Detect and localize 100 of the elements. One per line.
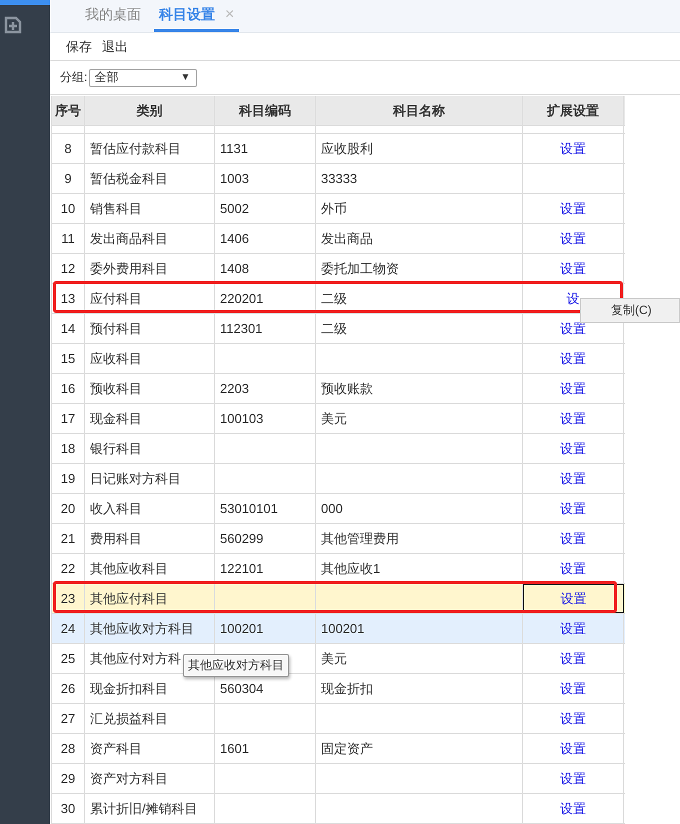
table-cell: 19 — [52, 464, 85, 493]
table-cell: 委外费用科目 — [85, 254, 215, 283]
group-label: 分组: — [60, 69, 88, 86]
table-cell: 53010101 — [215, 494, 316, 523]
table-row[interactable]: 8 暂估应付款科目 1131 应收股利 设置 — [52, 134, 625, 164]
table-cell: 25 — [52, 644, 85, 673]
table-cell: 二级 — [316, 284, 523, 313]
table-cell: 资产对方科目 — [85, 764, 215, 793]
settings-link[interactable]: 设置 — [560, 320, 586, 338]
table-cell: 现金折扣 — [316, 674, 523, 703]
table-row[interactable]: 17 现金科目 100103 美元 设置 — [52, 404, 625, 434]
table-row[interactable]: 12 委外费用科目 1408 委托加工物资 设置 — [52, 254, 625, 284]
settings-link[interactable]: 设置 — [560, 560, 586, 578]
table-row[interactable]: 20 收入科目 53010101 000 设置 — [52, 494, 625, 524]
table-row[interactable]: 19 日记账对方科目 设置 — [52, 464, 625, 494]
table-cell: 9 — [52, 164, 85, 193]
settings-link[interactable]: 设置 — [560, 800, 586, 818]
table-cell: 100201 — [215, 614, 316, 643]
table-cell: 其他应收科目 — [85, 554, 215, 583]
settings-link[interactable]: 设置 — [560, 410, 586, 428]
settings-link[interactable]: 设置 — [560, 200, 586, 218]
table-cell: 122101 — [215, 554, 316, 583]
table-cell: 13 — [52, 284, 85, 313]
table-cell: 应收股利 — [316, 134, 523, 163]
settings-link[interactable]: 设 — [566, 290, 580, 308]
toolbar-button[interactable]: 退出 — [98, 38, 132, 56]
table-row[interactable]: 16 预收科目 2203 预收账款 设置 — [52, 374, 625, 404]
settings-link[interactable]: 设置 — [560, 710, 586, 728]
table-row[interactable]: 11 发出商品科目 1406 发出商品 设置 — [52, 224, 625, 254]
table-cell: 委托加工物资 — [316, 254, 523, 283]
table-cell: 二级 — [316, 314, 523, 343]
table-row[interactable]: 15 应收科目 设置 — [52, 344, 625, 374]
settings-link[interactable]: 设置 — [560, 530, 586, 548]
column-header: 序号 — [52, 96, 85, 125]
table-row[interactable]: 14 预付科目 112301 二级 设置 — [52, 314, 625, 344]
menu-item[interactable]: 复制(C) — [581, 299, 679, 322]
settings-link[interactable]: 设置 — [560, 260, 586, 278]
settings-link[interactable]: 设置 — [560, 470, 586, 488]
table-cell: 2203 — [215, 374, 316, 403]
table-cell: 18 — [52, 434, 85, 463]
table-cell: 应付科目 — [85, 284, 215, 313]
table-cell: 发出商品 — [316, 224, 523, 253]
settings-link[interactable]: 设置 — [560, 350, 586, 368]
settings-link[interactable]: 设置 — [560, 440, 586, 458]
table-row[interactable]: 26 现金折扣科目 560304 现金折扣 设置 — [52, 674, 625, 704]
table-cell: 112301 — [215, 314, 316, 343]
settings-link[interactable]: 设置 — [560, 380, 586, 398]
table-row[interactable]: 21 费用科目 560299 其他管理费用 设置 — [52, 524, 625, 554]
table-cell: 20 — [52, 494, 85, 523]
toolbar-button[interactable]: 保存 — [62, 38, 96, 56]
add-window-icon[interactable] — [3, 15, 23, 35]
table-cell: 固定资产 — [316, 734, 523, 763]
table-row[interactable]: 10 销售科目 5002 外币 设置 — [52, 194, 625, 224]
table-cell: 16 — [52, 374, 85, 403]
table-row[interactable]: 22 其他应收科目 122101 其他应收1 设置 — [52, 554, 625, 584]
table-row[interactable]: 18 银行科目 设置 — [52, 434, 625, 464]
table-cell: 000 — [316, 494, 523, 523]
settings-link[interactable]: 设置 — [560, 140, 586, 158]
settings-link[interactable]: 设置 — [560, 620, 586, 638]
table-cell: 1408 — [215, 254, 316, 283]
table-cell: 累计折旧/摊销科目 — [85, 794, 215, 823]
settings-link[interactable]: 设置 — [560, 500, 586, 518]
table-row[interactable]: 30 累计折旧/摊销科目 设置 — [52, 794, 625, 824]
table-cell: 10 — [52, 194, 85, 223]
settings-link[interactable]: 设置 — [560, 740, 586, 758]
table-row[interactable]: 27 汇兑损益科目 设置 — [52, 704, 625, 734]
group-select[interactable]: 全部 ▼ — [89, 68, 198, 86]
settings-link[interactable]: 设置 — [560, 230, 586, 248]
table-cell: 应收科目 — [85, 344, 215, 373]
column-header: 科目名称 — [316, 96, 523, 125]
table-cell: 14 — [52, 314, 85, 343]
table-cell: 11 — [52, 224, 85, 253]
table-cell: 33333 — [316, 164, 523, 193]
settings-link[interactable]: 设置 — [560, 770, 586, 788]
table-row[interactable]: 29 资产对方科目 设置 — [52, 764, 625, 794]
settings-link[interactable]: 设置 — [560, 680, 586, 698]
table-cell: 220201 — [215, 284, 316, 313]
settings-link[interactable]: 设置 — [560, 650, 586, 668]
table-cell: 收入科目 — [85, 494, 215, 523]
table-cell: 预收账款 — [316, 374, 523, 403]
table-cell: 现金科目 — [85, 404, 215, 433]
table-cell: 暂估应付款科目 — [85, 134, 215, 163]
table-cell: 销售科目 — [85, 194, 215, 223]
table-cell: 5002 — [215, 194, 316, 223]
table-cell: 预收科目 — [85, 374, 215, 403]
table-cell: 1131 — [215, 134, 316, 163]
table-cell: 21 — [52, 524, 85, 553]
table-cell: 其他管理费用 — [316, 524, 523, 553]
table-row[interactable]: 24 其他应收对方科目 100201 100201 设置 — [52, 614, 625, 644]
table-cell: 26 — [52, 674, 85, 703]
table-cell: 暂估税金科目 — [85, 164, 215, 193]
table-cell: 银行科目 — [85, 434, 215, 463]
table-row[interactable]: 23 其他应付科目 设置 — [52, 584, 625, 614]
table-cell: 其他应收1 — [316, 554, 523, 583]
table-row[interactable]: 9 暂估税金科目 1003 33333 — [52, 164, 625, 194]
table-cell: 汇兑损益科目 — [85, 704, 215, 733]
table-row[interactable]: 28 资产科目 1601 固定资产 设置 — [52, 734, 625, 764]
table-cell: 日记账对方科目 — [85, 464, 215, 493]
settings-link[interactable]: 设置 — [560, 590, 586, 608]
table-cell: 29 — [52, 764, 85, 793]
